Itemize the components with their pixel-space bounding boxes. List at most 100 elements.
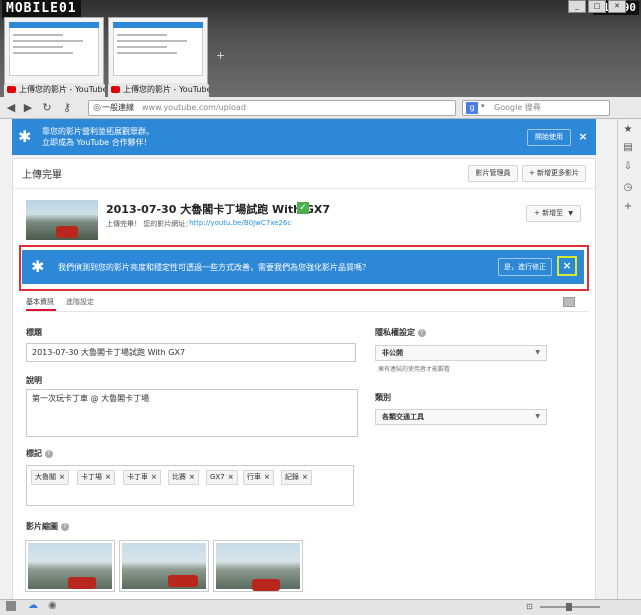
remove-tag-icon[interactable]: ×: [189, 473, 195, 481]
reload-icon[interactable]: ↻: [40, 101, 54, 115]
tab-2[interactable]: 上傳您的影片 - YouTube: [108, 83, 209, 97]
youtube-icon: [7, 86, 16, 93]
close-window-icon[interactable]: ✕: [608, 0, 626, 13]
help-icon[interactable]: ?: [417, 329, 426, 337]
title-input[interactable]: 2013-07-30 大魯閣卡丁場試跑 With GX7: [26, 343, 356, 362]
tag-chip: GX7 ×: [206, 470, 238, 485]
category-label: 類別: [375, 393, 391, 402]
partner-banner-line2: 立即成為 YouTube 合作夥伴！: [42, 138, 152, 147]
tag-label: 卡丁場: [81, 473, 102, 481]
thumbnail-option-1[interactable]: [25, 540, 115, 592]
tab-1[interactable]: 上傳您的影片 - YouTube: [4, 83, 105, 97]
thumbnails-label: 影片縮圖 ?: [26, 521, 69, 532]
tab-thumbnail-1[interactable]: [4, 17, 104, 91]
tag-chip: 行車 ×: [243, 470, 274, 485]
camera-icon[interactable]: ◉: [48, 600, 57, 611]
category-value: 各類交通工具: [382, 413, 424, 421]
notes-icon[interactable]: ▤: [621, 141, 635, 155]
divider: [22, 311, 588, 312]
tag-chip: 卡丁車 ×: [123, 470, 161, 485]
download-icon[interactable]: ⇩: [621, 160, 635, 174]
remove-tag-icon[interactable]: ×: [264, 473, 270, 481]
tab-basic-info[interactable]: 基本資訊: [26, 297, 54, 307]
video-thumbnail: [26, 200, 98, 240]
page-title: 上傳完畢: [22, 170, 62, 181]
highlight-box: [19, 245, 589, 291]
add-more-videos-button[interactable]: + 新增更多影片: [522, 165, 586, 182]
tab-2-label: 上傳您的影片 - YouTube: [123, 85, 209, 94]
tag-chip: 大魯閣 ×: [31, 470, 69, 485]
connection-label: 一般連線: [102, 103, 134, 112]
minimize-icon[interactable]: _: [568, 0, 586, 13]
tags-label: 標記 ?: [26, 448, 53, 459]
help-icon[interactable]: ?: [60, 523, 69, 531]
tag-label: 大魯閣: [35, 473, 56, 481]
remove-tag-icon[interactable]: ×: [228, 473, 234, 481]
search-input[interactable]: Google 搜尋: [494, 101, 541, 115]
zoom-icon[interactable]: ⊡: [526, 602, 533, 611]
star-icon[interactable]: ★: [621, 123, 635, 137]
privacy-value: 非公開: [382, 349, 403, 357]
youtube-icon: [111, 86, 120, 93]
cloud-icon[interactable]: ☁: [28, 600, 38, 611]
description-label: 說明: [26, 376, 42, 385]
zoom-slider-handle[interactable]: [566, 603, 572, 611]
tag-label: GX7: [210, 473, 225, 481]
tag-label: 紀錄: [285, 473, 299, 481]
new-tab-button[interactable]: +: [216, 49, 225, 62]
upload-complete-text: 上傳完畢！ 您的影片網址：: [106, 220, 193, 228]
google-icon: g: [466, 102, 478, 114]
thumbnail-option-2[interactable]: [119, 540, 209, 592]
tag-chip: 比賽 ×: [168, 470, 199, 485]
mobile01-logo: MOBILE01: [2, 0, 81, 18]
start-button[interactable]: 開始使用: [527, 129, 571, 146]
privacy-select[interactable]: 非公開 ▼: [375, 345, 547, 361]
tab-1-label: 上傳您的影片 - YouTube: [19, 85, 105, 94]
panel-icon[interactable]: [6, 601, 16, 611]
key-icon[interactable]: ⚷: [60, 101, 74, 115]
preview-icon[interactable]: [563, 297, 575, 307]
history-icon[interactable]: ◷: [621, 181, 635, 195]
remove-tag-icon[interactable]: ×: [105, 473, 111, 481]
tag-label: 行車: [247, 473, 261, 481]
tag-chip: 卡丁場 ×: [77, 470, 115, 485]
partner-banner-line1: 靠您的影片營利並拓展觀眾群。: [42, 127, 154, 136]
window-controls: _ □ ✕: [568, 0, 626, 13]
divider: [12, 188, 596, 189]
remove-tag-icon[interactable]: ×: [59, 473, 65, 481]
thumbnails-label-text: 影片縮圖: [26, 522, 58, 531]
tab-advanced[interactable]: 進階設定: [66, 297, 94, 307]
star-icon: ✱: [18, 127, 32, 146]
close-icon[interactable]: ×: [576, 130, 590, 144]
tag-chip: 紀錄 ×: [281, 470, 312, 485]
chevron-down-icon: ▼: [535, 349, 540, 356]
tab-thumbnail-2[interactable]: [108, 17, 208, 91]
chevron-down-icon: ▼: [568, 210, 573, 217]
tag-label: 卡丁車: [127, 473, 148, 481]
add-to-label: + 新增至: [534, 209, 564, 217]
forward-icon[interactable]: ▶: [21, 101, 35, 115]
privacy-hint: 擁有連結的使用者才能觀看: [378, 366, 451, 373]
close-highlight-box: [557, 256, 577, 276]
upload-panel: [12, 158, 596, 600]
url-text[interactable]: www.youtube.com/upload: [142, 101, 246, 115]
chevron-down-icon: ▼: [535, 413, 540, 420]
remove-tag-icon[interactable]: ×: [302, 473, 308, 481]
back-icon[interactable]: ◀: [4, 101, 18, 115]
video-manager-button[interactable]: 影片管理員: [468, 165, 518, 182]
add-to-button[interactable]: + 新增至 ▼: [526, 205, 581, 222]
description-textarea[interactable]: 第一次玩卡丁車 @ 大魯閣卡丁場: [26, 389, 358, 437]
category-select[interactable]: 各類交通工具 ▼: [375, 409, 547, 425]
privacy-label: 隱私權設定 ?: [375, 327, 426, 338]
thumbnail-option-3[interactable]: [213, 540, 303, 592]
add-icon[interactable]: +: [621, 200, 635, 214]
remove-tag-icon[interactable]: ×: [151, 473, 157, 481]
tags-label-text: 標記: [26, 449, 42, 458]
video-link[interactable]: http://youtu.be/B0JwC7xe26c: [189, 219, 291, 227]
title-label: 標題: [26, 328, 42, 337]
privacy-label-text: 隱私權設定: [375, 328, 415, 337]
search-dropdown-icon[interactable]: ▾: [481, 102, 485, 110]
maximize-icon[interactable]: □: [588, 0, 606, 13]
check-icon: ✓: [297, 202, 309, 214]
help-icon[interactable]: ?: [44, 450, 53, 458]
